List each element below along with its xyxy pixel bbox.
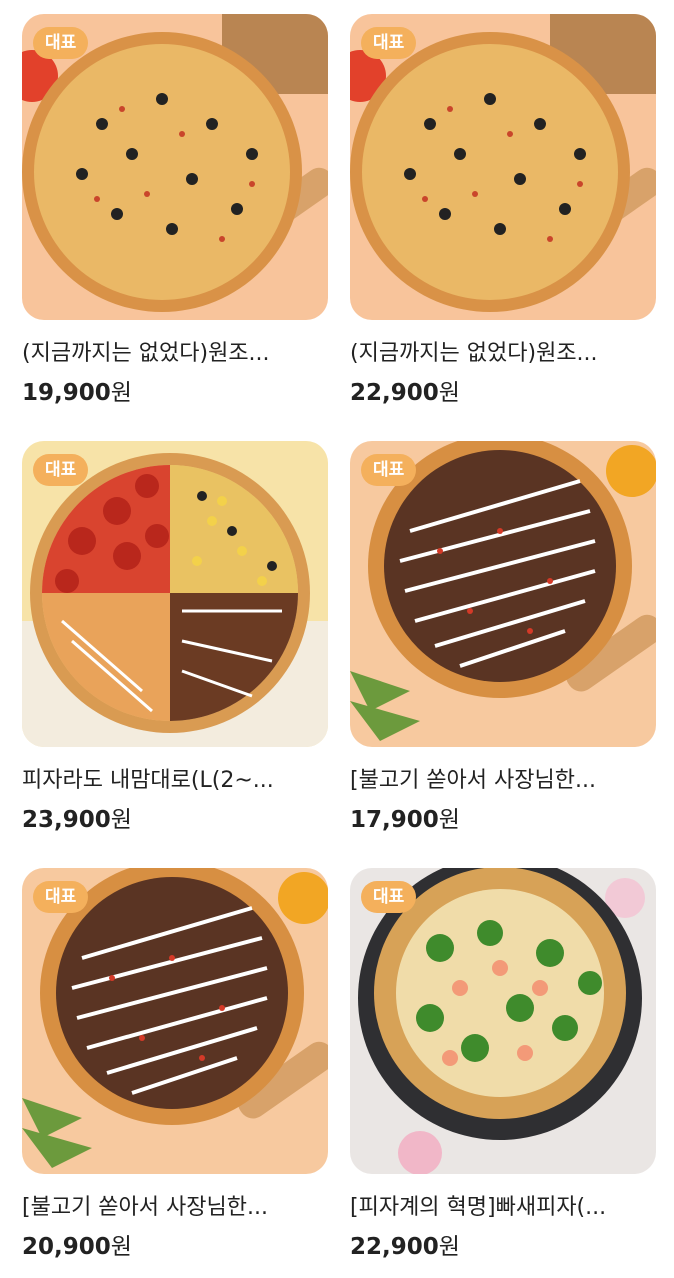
price-value: 23,900 (22, 807, 111, 833)
price-value: 22,900 (350, 380, 439, 406)
price-value: 19,900 (22, 380, 111, 406)
product-title[interactable]: 피자라도 내맘대로(L(2~... (22, 764, 328, 798)
product-title[interactable]: [불고기 쏟아서 사장님한... (22, 1191, 328, 1225)
product-image[interactable]: 대표 (350, 441, 656, 747)
price-currency: 원 (438, 380, 460, 406)
product-card[interactable]: 대표 [피자계의 혁명]빠새피자(... 22,900원 (350, 868, 656, 1278)
product-image[interactable]: 대표 (350, 14, 656, 320)
product-image[interactable]: 대표 (22, 441, 328, 747)
badge-representative: 대표 (361, 454, 417, 486)
product-price: 19,900원 (22, 376, 132, 410)
badge-representative: 대표 (33, 454, 89, 486)
price-currency: 원 (438, 807, 460, 833)
product-price: 20,900원 (22, 1230, 132, 1264)
product-card[interactable]: 대표 [불고기 쏟아서 사장님한... 17,900원 (350, 441, 656, 851)
product-title[interactable]: [불고기 쏟아서 사장님한... (350, 764, 656, 798)
product-price: 22,900원 (350, 1230, 460, 1264)
product-grid: 대표 (지금까지는 없었다)원조... 19,900원 대표 (지금까지는 없었… (0, 0, 674, 1272)
product-price: 17,900원 (350, 803, 460, 837)
price-value: 22,900 (350, 1234, 439, 1260)
product-title[interactable]: [피자계의 혁명]빠새피자(... (350, 1191, 656, 1225)
product-title[interactable]: (지금까지는 없었다)원조... (22, 337, 328, 371)
price-value: 20,900 (22, 1234, 111, 1260)
product-image[interactable]: 대표 (350, 868, 656, 1174)
product-card[interactable]: 대표 (지금까지는 없었다)원조... 22,900원 (350, 14, 656, 424)
price-value: 17,900 (350, 807, 439, 833)
product-price: 23,900원 (22, 803, 132, 837)
price-currency: 원 (110, 807, 132, 833)
product-title[interactable]: (지금까지는 없었다)원조... (350, 337, 656, 371)
product-image[interactable]: 대표 (22, 868, 328, 1174)
price-currency: 원 (110, 380, 132, 406)
badge-representative: 대표 (361, 881, 417, 913)
product-card[interactable]: 대표 피자라도 내맘대로(L(2~... 23,900원 (22, 441, 328, 851)
product-image[interactable]: 대표 (22, 14, 328, 320)
price-currency: 원 (110, 1234, 132, 1260)
badge-representative: 대표 (33, 27, 89, 59)
badge-representative: 대표 (361, 27, 417, 59)
product-card[interactable]: 대표 (지금까지는 없었다)원조... 19,900원 (22, 14, 328, 424)
badge-representative: 대표 (33, 881, 89, 913)
product-card[interactable]: 대표 [불고기 쏟아서 사장님한... 20,900원 (22, 868, 328, 1278)
price-currency: 원 (438, 1234, 460, 1260)
product-price: 22,900원 (350, 376, 460, 410)
